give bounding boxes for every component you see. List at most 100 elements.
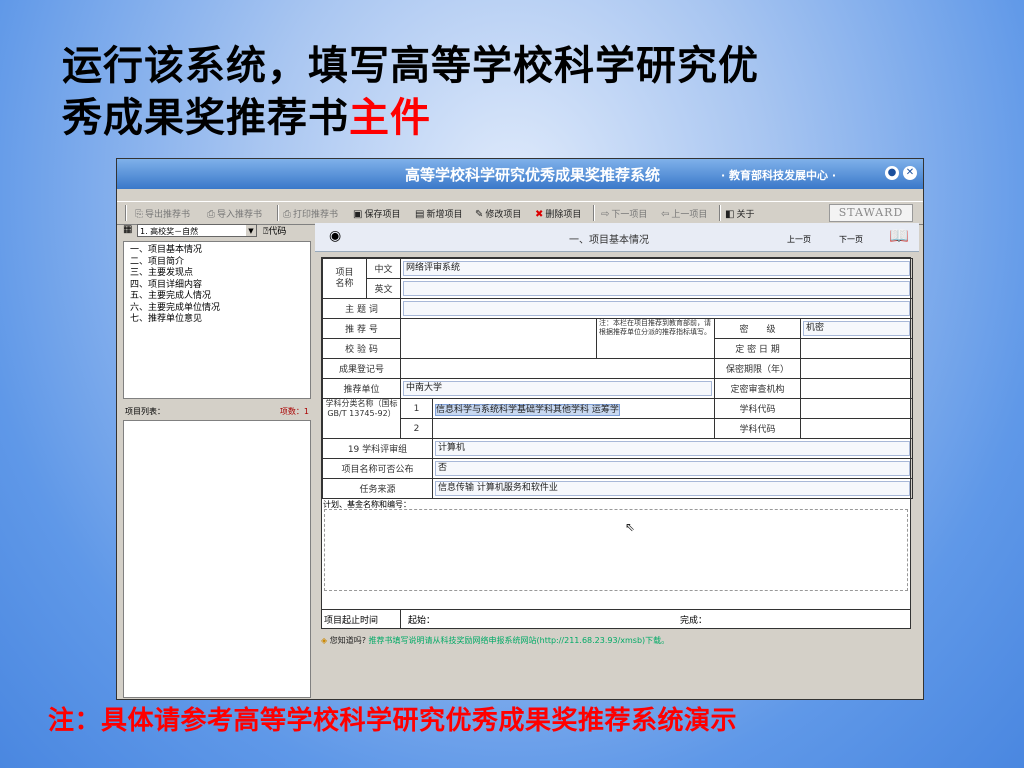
print-button[interactable]: ⎙ 打印推荐书 — [283, 207, 338, 220]
section-title: 一、项目基本情况 — [569, 235, 649, 246]
recommend-unit-value: 中南大学 — [403, 381, 712, 396]
form-header: ◉ 一、项目基本情况 上一页 下一页 📖 — [315, 223, 919, 252]
window-titlebar: 高等学校科学研究优秀成果奖推荐系统 · 教育部科技发展中心 · ● ✕ — [117, 159, 923, 189]
new-button[interactable]: ▤ 新增项目 — [415, 207, 462, 220]
section-tree: 一、项目基本情况 二、项目简介 三、主要发现点 四、项目详细内容 五、主要完成人… — [123, 241, 311, 399]
save-button[interactable]: ▣ 保存项目 — [353, 207, 400, 220]
toolbar-separator — [277, 205, 279, 221]
import-icon: ⎙ — [207, 209, 215, 220]
award-selector-row: ▦ 1. 高校奖－自然 ▼ ⍰代码 — [123, 223, 313, 241]
check-code-label: 校 验 码 — [322, 338, 401, 359]
minimize-icon[interactable]: ● — [885, 166, 899, 180]
recommend-no-label: 推 荐 号 — [322, 318, 401, 339]
arrow-left-icon: ⇦ — [661, 209, 670, 220]
recommend-unit-field[interactable]: 中南大学 — [400, 378, 715, 399]
subject-class-label: 学科分类名称（国标GB/T 13745-92） — [322, 398, 401, 439]
subject-code-label: 学科代码 — [714, 398, 801, 419]
delete-button[interactable]: ✖ 删除项目 — [535, 207, 581, 220]
lightbulb-icon: ◈ — [321, 636, 328, 645]
chinese-name-field[interactable]: 网络评审系统 — [399, 258, 914, 279]
recommend-no-field[interactable] — [400, 318, 597, 359]
project-list-header: 项目列表： 项数：1 — [123, 404, 311, 418]
prev-page-button[interactable]: 上一页 — [787, 234, 811, 245]
secret-period-field[interactable] — [799, 358, 914, 379]
folder-icon: ▦ — [123, 224, 133, 235]
review-group-field[interactable]: 计算机 — [431, 438, 914, 459]
keywords-value — [403, 301, 911, 316]
window-subtitle: · 教育部科技发展中心 · — [721, 169, 837, 182]
toolbar-separator — [593, 205, 595, 221]
import-button[interactable]: ⎙ 导入推荐书 — [207, 207, 262, 220]
secret-date-field[interactable] — [799, 338, 914, 359]
registration-field[interactable] — [400, 358, 715, 379]
english-name-field[interactable] — [399, 278, 914, 299]
review-group-label: 19 学科评审组 — [322, 438, 433, 459]
subject-code-field[interactable] — [799, 398, 914, 419]
export-label: 导出推荐书 — [145, 210, 191, 220]
code-button[interactable]: ⍰代码 — [263, 224, 286, 237]
globe-icon: ◉ — [329, 228, 342, 244]
keywords-label: 主 题 词 — [322, 298, 401, 319]
secret-review-field[interactable] — [799, 378, 914, 399]
slide-title-line2: 秀成果奖推荐书主件 — [62, 92, 962, 144]
edit-button[interactable]: ✎ 修改项目 — [475, 207, 521, 220]
code-button-label: 代码 — [268, 227, 287, 237]
award-type-select[interactable]: 1. 高校奖－自然 ▼ — [137, 224, 257, 237]
review-group-value: 计算机 — [435, 441, 911, 456]
tree-item[interactable]: 四、项目详细内容 — [130, 280, 310, 292]
keywords-field[interactable] — [399, 298, 914, 319]
english-label: 英文 — [366, 278, 401, 299]
tip-question: 您知道吗? — [329, 636, 366, 645]
prev-item-button[interactable]: ⇦ 上一项目 — [661, 207, 707, 220]
book-icon[interactable]: 📖 — [889, 226, 909, 245]
recommend-unit-label: 推荐单位 — [322, 378, 401, 399]
slide-title: 运行该系统，填写高等学校科学研究优 秀成果奖推荐书主件 — [62, 40, 962, 144]
export-button[interactable]: ⎘ 导出推荐书 — [135, 207, 190, 220]
tree-item[interactable]: 五、主要完成人情况 — [130, 291, 310, 303]
toolbar: ⎘ 导出推荐书 ⎙ 导入推荐书 ⎙ 打印推荐书 ▣ 保存项目 ▤ 新增项目 ✎ 修改项目 ✖… — [117, 201, 923, 225]
next-page-button[interactable]: 下一页 — [839, 234, 863, 245]
tree-item[interactable]: 二、项目简介 — [130, 257, 310, 269]
publishable-value: 否 — [435, 461, 911, 476]
left-panel: ▦ 1. 高校奖－自然 ▼ ⍰代码 一、项目基本情况 二、项目简介 三、主要发现… — [123, 223, 313, 699]
save-icon: ▣ — [353, 209, 363, 220]
subject-row2-field[interactable] — [432, 418, 715, 439]
new-icon: ▤ — [415, 209, 425, 220]
tree-item[interactable]: 一、项目基本情况 — [130, 245, 310, 257]
secret-level-field[interactable]: 机密 — [799, 318, 914, 339]
end-date-field[interactable]: 完成： — [680, 613, 707, 626]
project-form: 项目 名称 中文 网络评审系统 英文 主 题 词 推 荐 号 注：本栏在项目推荐… — [321, 257, 914, 629]
export-icon: ⎘ — [135, 209, 143, 220]
plan-textarea[interactable]: ⇖ — [324, 509, 908, 591]
tree-item[interactable]: 七、推荐单位意见 — [130, 314, 310, 326]
edit-icon: ✎ — [475, 209, 484, 220]
start-date-field[interactable]: 起始： — [408, 613, 435, 626]
project-form-table: 项目 名称 中文 网络评审系统 英文 主 题 词 推 荐 号 注：本栏在项目推荐… — [322, 258, 914, 499]
toolbar-separator — [125, 205, 127, 221]
publishable-field[interactable]: 否 — [431, 458, 914, 479]
subject-row1-field[interactable]: 信息科学与系统科学基础学科其他学科 运筹学 — [432, 398, 715, 419]
subject-row1-no: 1 — [400, 398, 433, 419]
secret-level-value: 机密 — [803, 321, 911, 336]
english-name-value — [403, 281, 911, 296]
next-item-button[interactable]: ⇨ 下一项目 — [601, 207, 647, 220]
project-list-label: 项目列表： — [125, 407, 165, 416]
form-panel: ◉ 一、项目基本情况 上一页 下一页 📖 项目 名称 中文 网络评审系统 英文 — [315, 223, 919, 699]
about-label: 关于 — [736, 210, 755, 220]
toolbar-separator — [719, 205, 721, 221]
tree-item[interactable]: 六、主要完成单位情况 — [130, 303, 310, 315]
save-label: 保存项目 — [364, 210, 401, 220]
publishable-label: 项目名称可否公布 — [322, 458, 433, 479]
tip-bar: ◈ 您知道吗? 推荐书填写说明请从科技奖励网络申报系统网站(http://211… — [321, 635, 911, 657]
about-button[interactable]: ◧ 关于 — [725, 207, 754, 220]
chevron-down-icon: ▼ — [246, 225, 256, 236]
task-source-field[interactable]: 信息传输 计算机服务和软件业 — [431, 478, 914, 499]
subject-code-field[interactable] — [799, 418, 914, 439]
chinese-label: 中文 — [366, 258, 401, 279]
time-label: 项目起止时间 — [324, 616, 379, 626]
import-label: 导入推荐书 — [217, 210, 263, 220]
edit-label: 修改项目 — [485, 210, 522, 220]
close-icon[interactable]: ✕ — [903, 166, 917, 180]
tree-item[interactable]: 三、主要发现点 — [130, 268, 310, 280]
project-list[interactable] — [123, 420, 311, 698]
